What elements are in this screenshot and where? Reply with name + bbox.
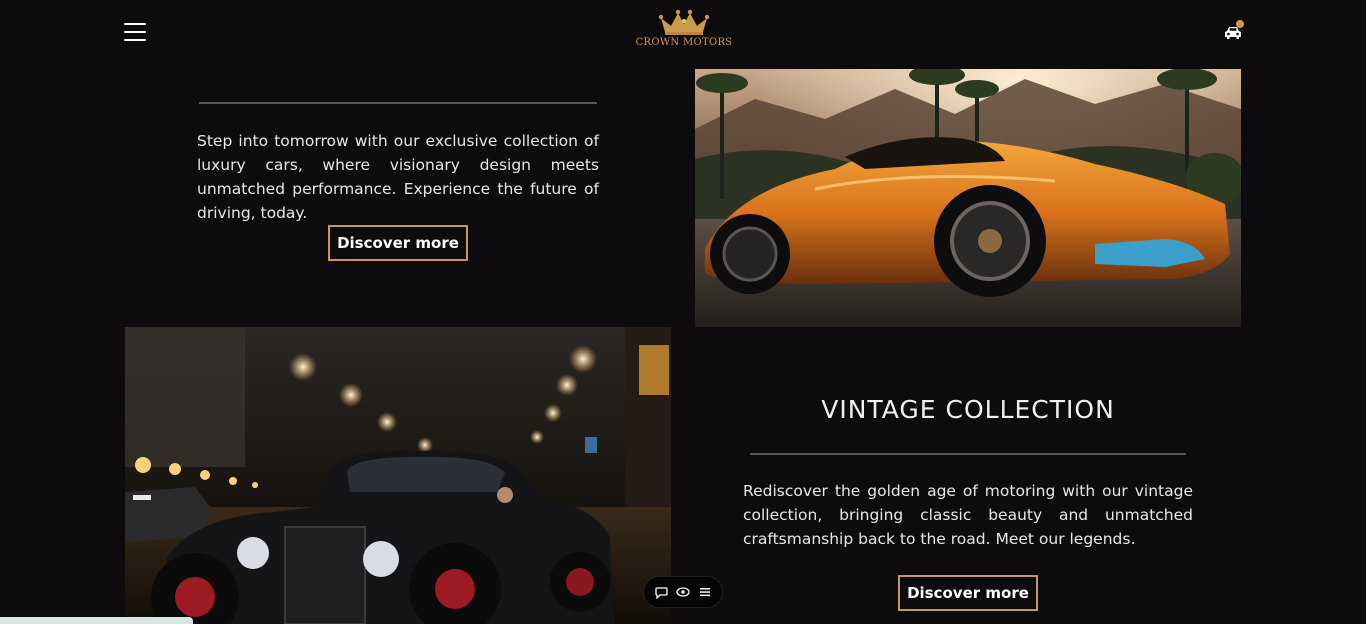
hamburger-menu-icon[interactable]: [124, 23, 146, 43]
list-icon[interactable]: [697, 584, 713, 600]
chat-bubble-icon[interactable]: [653, 584, 669, 600]
section-divider: [199, 102, 597, 104]
brand-logo[interactable]: CROWN MOTORS: [624, 8, 744, 56]
section-divider: [750, 453, 1186, 455]
site-header: CROWN MOTORS: [0, 0, 1366, 68]
section-description: Rediscover the golden age of motoring wi…: [743, 482, 1193, 548]
vintage-hotrod-photo: [125, 327, 671, 624]
floating-toolbar: [643, 576, 723, 608]
discover-more-button[interactable]: Discover more: [328, 225, 468, 261]
garage-button[interactable]: [1222, 20, 1246, 44]
discover-more-button[interactable]: Discover more: [898, 575, 1038, 611]
section-title: VINTAGE COLLECTION: [821, 395, 1115, 424]
cart-badge: [1236, 20, 1244, 28]
eye-icon[interactable]: [675, 584, 691, 600]
orange-supercar-photo: [695, 69, 1241, 327]
crown-icon: [658, 9, 710, 35]
brand-name: CROWN MOTORS: [635, 37, 733, 48]
section-description: Step into tomorrow with our exclusive co…: [197, 132, 599, 222]
browser-status-bar: [0, 617, 193, 624]
